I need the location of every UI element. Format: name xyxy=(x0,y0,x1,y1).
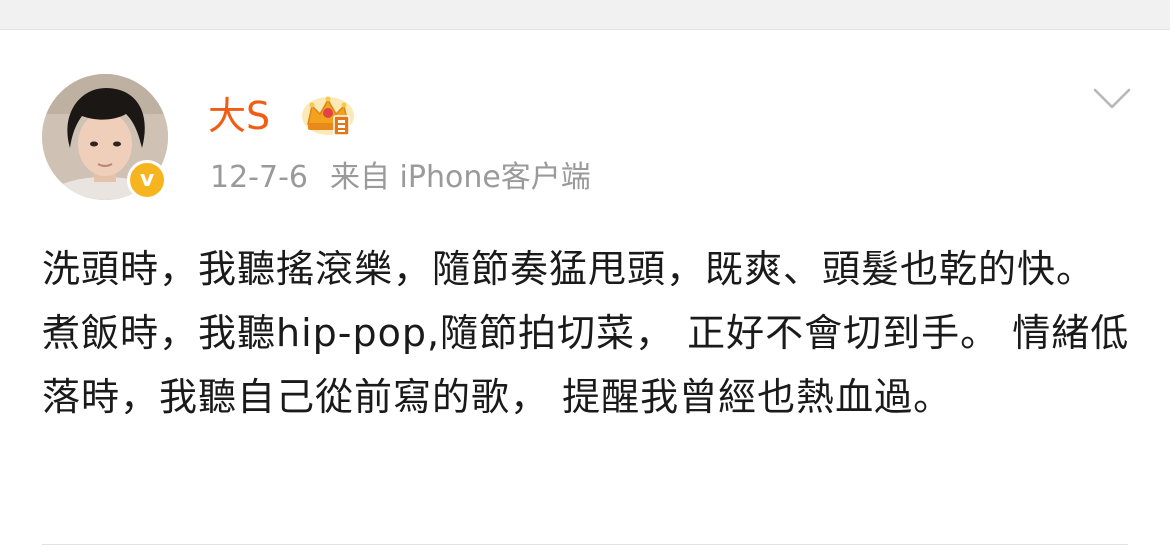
divider xyxy=(42,544,1128,545)
post-meta: 12-7-6 来自 iPhone客户端 xyxy=(210,158,591,198)
chevron-down-icon[interactable] xyxy=(1092,86,1132,112)
post-source[interactable]: 来自 iPhone客户端 xyxy=(330,160,591,195)
post-date: 12-7-6 xyxy=(210,160,308,195)
top-separator-band xyxy=(0,0,1170,30)
crown-membership-icon[interactable] xyxy=(300,94,356,138)
post-text: 洗頭時，我聽搖滾樂，隨節奏猛甩頭，既爽、頭髮也乾的快。 煮飯時，我聽hip-po… xyxy=(42,247,1130,419)
username[interactable]: 大S xyxy=(208,93,270,139)
verified-v-icon: v xyxy=(127,160,167,200)
